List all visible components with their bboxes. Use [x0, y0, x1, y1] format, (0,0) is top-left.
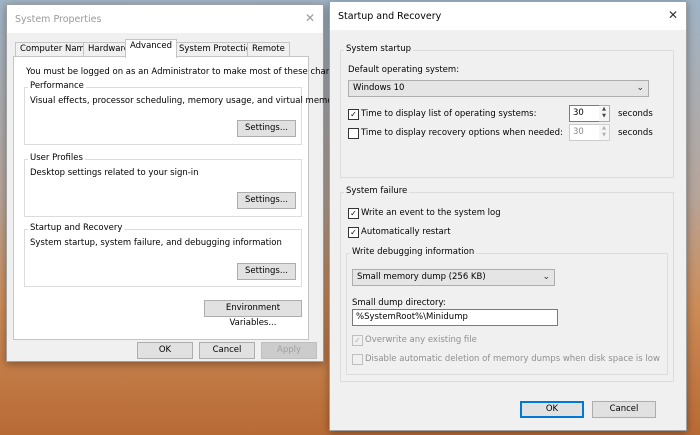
cancel-button[interactable]: Cancel	[592, 401, 656, 418]
overwrite-label: Overwrite any existing file	[365, 335, 477, 345]
close-icon[interactable]: ✕	[668, 8, 678, 22]
dump-type-select[interactable]: Small memory dump (256 KB) ⌄	[352, 269, 555, 286]
check-icon: ✓	[350, 209, 357, 218]
advanced-tab-panel: You must be logged on as an Administrato…	[13, 56, 349, 340]
user-profiles-settings-button[interactable]: Settings...	[237, 192, 296, 209]
os-list-checkbox[interactable]: ✓	[348, 109, 359, 120]
cancel-button[interactable]: Cancel	[199, 342, 255, 359]
dump-dir-label: Small dump directory:	[352, 298, 446, 308]
admin-note: You must be logged on as an Administrato…	[26, 67, 349, 77]
check-icon: ✓	[354, 336, 361, 345]
startup-recovery-title: Startup and Recovery	[338, 11, 442, 22]
arrow-down-icon: ▼	[602, 113, 606, 119]
arrow-up-icon: ▲	[602, 106, 606, 112]
ok-button[interactable]: OK	[520, 401, 584, 418]
ok-button[interactable]: OK	[137, 342, 193, 359]
close-icon[interactable]: ✕	[305, 11, 315, 25]
chevron-down-icon: ⌄	[636, 83, 644, 93]
system-startup-label: System startup	[344, 44, 413, 54]
recovery-seconds-input[interactable]: 30	[569, 124, 600, 141]
tab-advanced[interactable]: Advanced	[125, 39, 177, 58]
performance-settings-button[interactable]: Settings...	[237, 120, 296, 137]
environment-variables-button[interactable]: Environment Variables...	[204, 300, 302, 328]
os-list-spinner[interactable]: ▲ ▼	[599, 105, 610, 122]
system-failure-label: System failure	[344, 186, 410, 196]
seconds-label-1: seconds	[618, 109, 653, 119]
arrow-down-icon: ▼	[602, 132, 606, 138]
write-event-checkbox[interactable]: ✓	[348, 208, 359, 219]
performance-label: Performance	[28, 81, 86, 91]
recovery-options-label: Time to display recovery options when ne…	[361, 128, 563, 138]
os-list-seconds-input[interactable]: 30	[569, 105, 600, 122]
write-event-label: Write an event to the system log	[361, 208, 501, 218]
performance-desc: Visual effects, processor scheduling, me…	[30, 96, 342, 106]
startup-recovery-titlebar: Startup and Recovery ✕	[330, 2, 686, 30]
disable-auto-delete-label: Disable automatic deletion of memory dum…	[365, 354, 660, 364]
system-properties-dialog: System Properties ✕ Computer Name Hardwa…	[6, 4, 349, 362]
auto-restart-checkbox[interactable]: ✓	[348, 227, 359, 238]
check-icon: ✓	[350, 228, 357, 237]
apply-button[interactable]: Apply	[261, 342, 317, 359]
seconds-label-2: seconds	[618, 128, 653, 138]
user-profiles-label: User Profiles	[28, 153, 85, 163]
dump-type-value: Small memory dump (256 KB)	[357, 272, 486, 282]
auto-restart-label: Automatically restart	[361, 227, 451, 237]
system-properties-title: System Properties	[15, 14, 102, 25]
chevron-down-icon: ⌄	[542, 272, 550, 282]
default-os-label: Default operating system:	[348, 65, 460, 75]
dump-dir-input[interactable]: %SystemRoot%\Minidump	[352, 309, 558, 326]
overwrite-checkbox[interactable]: ✓	[352, 335, 363, 346]
recovery-options-checkbox[interactable]	[348, 128, 359, 139]
startup-recovery-desc: System startup, system failure, and debu…	[30, 238, 282, 248]
disable-auto-delete-checkbox[interactable]	[352, 354, 363, 365]
system-properties-titlebar: System Properties ✕	[7, 5, 323, 33]
debugging-label: Write debugging information	[350, 247, 477, 257]
user-profiles-desc: Desktop settings related to your sign-in	[30, 168, 199, 178]
startup-recovery-settings-button[interactable]: Settings...	[237, 263, 296, 280]
arrow-up-icon: ▲	[602, 125, 606, 131]
startup-recovery-dialog: Startup and Recovery ✕ System startup De…	[329, 1, 687, 431]
default-os-select[interactable]: Windows 10 ⌄	[348, 80, 649, 97]
recovery-spinner[interactable]: ▲ ▼	[599, 124, 610, 141]
startup-recovery-label: Startup and Recovery	[28, 223, 125, 233]
check-icon: ✓	[350, 110, 357, 119]
default-os-value: Windows 10	[353, 83, 405, 93]
os-list-label: Time to display list of operating system…	[361, 109, 537, 119]
